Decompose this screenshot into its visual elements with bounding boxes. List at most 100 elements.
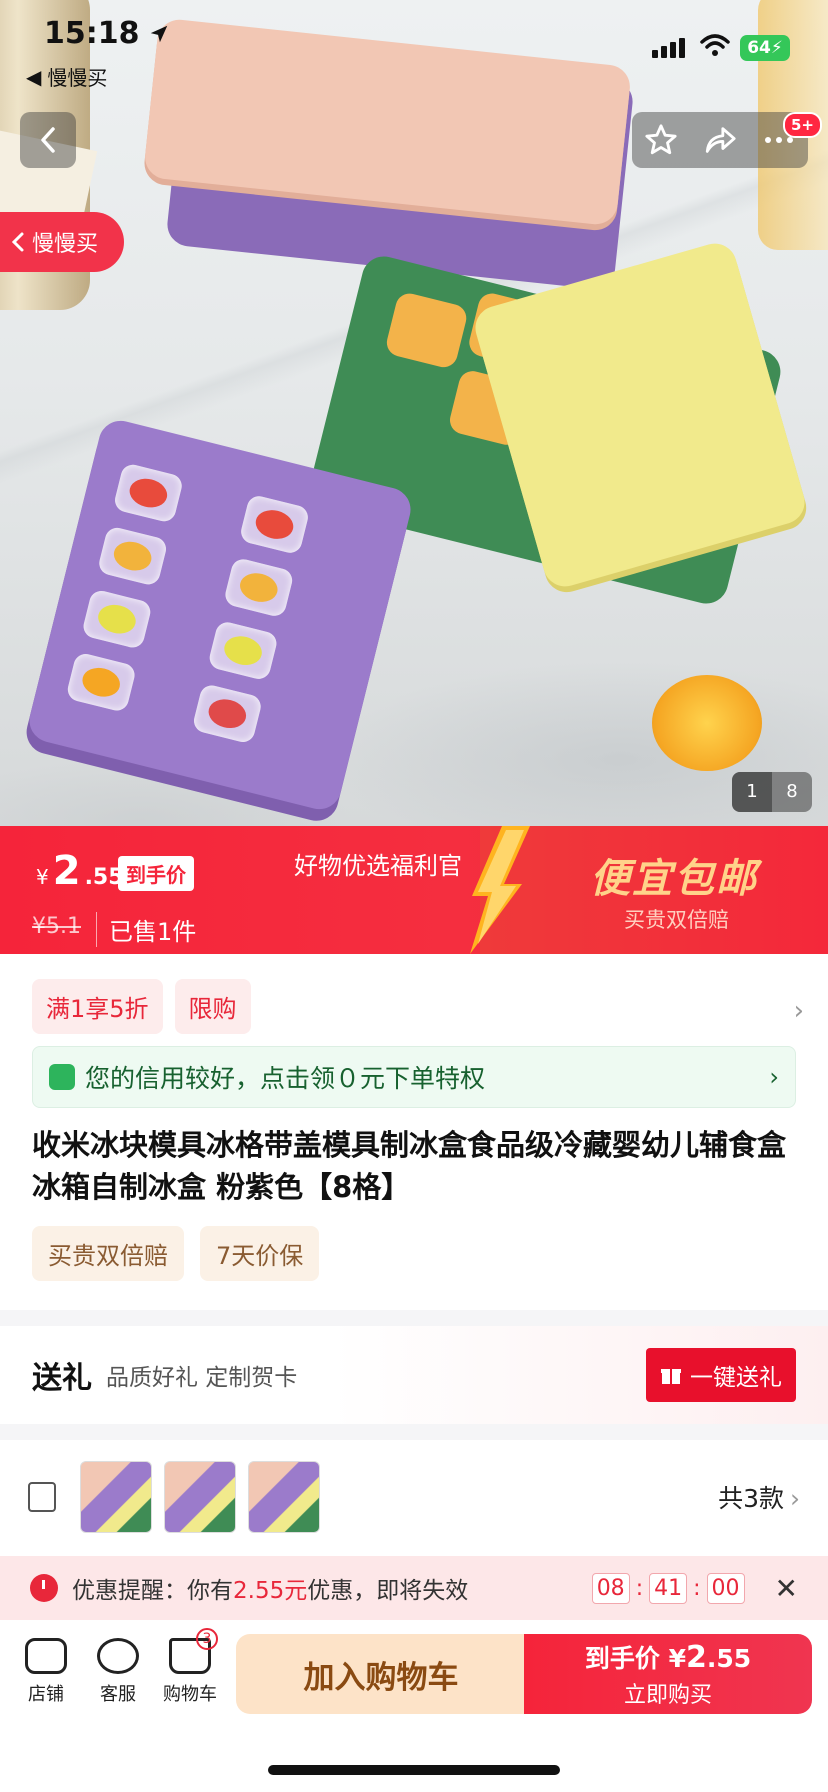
promo-tag-limit[interactable]: 限购 bbox=[174, 978, 251, 1034]
promo-title: 好物优选福利官 bbox=[294, 852, 462, 880]
top-actions bbox=[632, 112, 808, 168]
shop-button[interactable]: 店铺 bbox=[14, 1638, 78, 1706]
notification-badge: 5+ bbox=[783, 112, 823, 138]
status-time: 15:18 bbox=[44, 16, 170, 51]
promo-tag-discount[interactable]: 满1享5折 bbox=[32, 978, 163, 1034]
mango bbox=[110, 537, 155, 575]
promo-tags[interactable]: 满1享5折 限购 bbox=[32, 978, 802, 1034]
add-to-cart-label: 加入购物车 bbox=[303, 1659, 459, 1696]
countdown-timer: 08: 41: 00 bbox=[591, 1572, 745, 1604]
customer-service-icon bbox=[97, 1638, 139, 1674]
coupon-suffix: 优惠，即将失效 bbox=[307, 1578, 469, 1604]
strawberry bbox=[252, 506, 297, 543]
ice-cube bbox=[65, 651, 138, 714]
original-price: ¥5.1 bbox=[32, 914, 81, 939]
buy-price-decimal: .55 bbox=[706, 1644, 752, 1673]
image-page-indicator: 1 8 bbox=[732, 772, 812, 812]
mango bbox=[236, 569, 281, 606]
send-gift-button[interactable]: 一键送礼 bbox=[646, 1348, 796, 1402]
buy-currency: ¥ bbox=[668, 1644, 686, 1673]
section-divider bbox=[0, 1424, 828, 1440]
final-price-tag: 到手价 bbox=[118, 856, 194, 891]
gift-subtitle: 品质好礼 定制贺卡 bbox=[106, 1365, 298, 1391]
credit-text: 您的信用较好，点击领０元下单特权 bbox=[85, 1064, 486, 1093]
variant-thumbnail[interactable] bbox=[80, 1461, 152, 1533]
ice-cube bbox=[222, 556, 295, 619]
orange-slice bbox=[79, 664, 124, 701]
wifi-icon bbox=[700, 34, 730, 56]
add-to-cart-button[interactable]: 加入购物车 bbox=[236, 1634, 526, 1714]
credit-banner[interactable]: 您的信用较好，点击领０元下单特权 › bbox=[32, 1046, 796, 1108]
ice-cube bbox=[207, 619, 279, 682]
cart-count-badge: 3 bbox=[196, 1628, 218, 1650]
chevron-left-icon bbox=[11, 232, 24, 252]
chevron-right-icon: › bbox=[769, 1063, 779, 1091]
ice-cube bbox=[96, 525, 169, 587]
spec-checklist-icon bbox=[28, 1482, 56, 1512]
cart-label: 购物车 bbox=[163, 1684, 217, 1705]
ice-cube bbox=[112, 462, 185, 524]
buy-price-line: 到手价 ¥2.55 bbox=[585, 1639, 751, 1675]
sold-count: 已售1件 bbox=[96, 912, 196, 947]
lemon bbox=[95, 601, 139, 638]
variant-count[interactable]: 共3款 › bbox=[718, 1479, 800, 1515]
gift-section: 送礼 品质好礼 定制贺卡 一键送礼 bbox=[0, 1326, 828, 1424]
gift-icon bbox=[661, 1369, 681, 1384]
close-icon[interactable]: ✕ bbox=[775, 1572, 798, 1605]
status-bar: 15:18 ◀ 慢慢买 64 ⚡ bbox=[0, 0, 828, 90]
battery-icon: 64 ⚡ bbox=[740, 35, 790, 61]
slogan-sub: 买贵双倍赔 bbox=[624, 908, 729, 932]
chevron-right-icon: › bbox=[790, 1484, 800, 1513]
coupon-amount: 2.55元 bbox=[233, 1578, 308, 1604]
back-to-app[interactable]: ◀ 慢慢买 bbox=[26, 62, 107, 91]
orange-cube bbox=[383, 290, 470, 371]
customer-service-button[interactable]: 客服 bbox=[86, 1638, 150, 1706]
share-icon bbox=[705, 127, 736, 153]
product-title: 收米冰块模具冰格带盖模具制冰盒食品级冷藏婴幼儿辅食盒冰箱自制冰盒 粉紫色【8格】 bbox=[32, 1128, 787, 1204]
buy-price-integer: 2 bbox=[685, 1640, 707, 1675]
chevron-left-icon bbox=[41, 127, 55, 153]
slogan: 便宜包邮 bbox=[590, 856, 758, 902]
cart-button[interactable]: 3 购物车 bbox=[158, 1628, 222, 1706]
manmanmai-pill[interactable]: 慢慢买 bbox=[0, 212, 124, 272]
service-tags: 买贵双倍赔 7天价保 bbox=[32, 1226, 320, 1281]
countdown-hours: 08 bbox=[591, 1572, 630, 1604]
gift-title: 送礼 bbox=[32, 1361, 92, 1396]
shop-icon bbox=[25, 1638, 67, 1674]
back-button[interactable] bbox=[20, 112, 76, 168]
coupon-reminder: 优惠提醒：你有 2.55元 优惠，即将失效 08: 41: 00 ✕ bbox=[0, 1556, 828, 1620]
page-total: 8 bbox=[786, 781, 798, 802]
shop-label: 店铺 bbox=[28, 1684, 64, 1705]
orange-half bbox=[652, 675, 762, 771]
back-app-label: 慢慢买 bbox=[47, 66, 108, 90]
variant-selector[interactable]: 共3款 › bbox=[0, 1440, 828, 1554]
price-banner: ¥ 2 .55 到手价 ¥5.1 已售1件 好物优选福利官 便宜包邮 买贵双倍赔 bbox=[0, 826, 828, 954]
page-current: 1 bbox=[732, 772, 772, 812]
time-text: 15:18 bbox=[44, 16, 140, 51]
countdown-seconds: 00 bbox=[706, 1572, 745, 1604]
favorite-button[interactable] bbox=[641, 120, 681, 160]
clock-icon bbox=[30, 1574, 58, 1602]
current-price: ¥ 2 .55 bbox=[36, 848, 124, 894]
buy-price-label: 到手价 bbox=[584, 1644, 660, 1673]
ice-cube bbox=[238, 493, 311, 556]
chevron-right-icon[interactable]: › bbox=[794, 996, 804, 1026]
share-button[interactable] bbox=[700, 120, 740, 160]
service-tag-price-protection[interactable]: 7天价保 bbox=[200, 1226, 320, 1281]
lightning-bolt-icon bbox=[470, 826, 530, 954]
bottom-action-bar: 店铺 客服 3 购物车 加入购物车 到手价 ¥2.55 立即购买 bbox=[0, 1620, 828, 1740]
buy-now-button[interactable]: 到手价 ¥2.55 立即购买 bbox=[524, 1634, 812, 1714]
home-indicator bbox=[268, 1765, 560, 1775]
variant-thumbnail[interactable] bbox=[164, 1461, 236, 1533]
coupon-prefix: 优惠提醒：你有 bbox=[72, 1578, 233, 1604]
battery-level: 64 bbox=[747, 38, 771, 58]
service-tag-price-guarantee[interactable]: 买贵双倍赔 bbox=[32, 1226, 184, 1281]
send-gift-label: 一键送礼 bbox=[690, 1365, 782, 1391]
ice-cube bbox=[81, 588, 153, 650]
price-integer: 2 bbox=[52, 848, 81, 894]
countdown-minutes: 41 bbox=[649, 1572, 688, 1604]
cellular-signal-icon bbox=[652, 38, 685, 58]
buy-now-label: 立即购买 bbox=[623, 1683, 712, 1708]
variant-thumbnail[interactable] bbox=[248, 1461, 320, 1533]
product-image-carousel[interactable]: 15:18 ◀ 慢慢买 64 ⚡ 5+ 慢慢买 1 8 bbox=[0, 0, 828, 826]
